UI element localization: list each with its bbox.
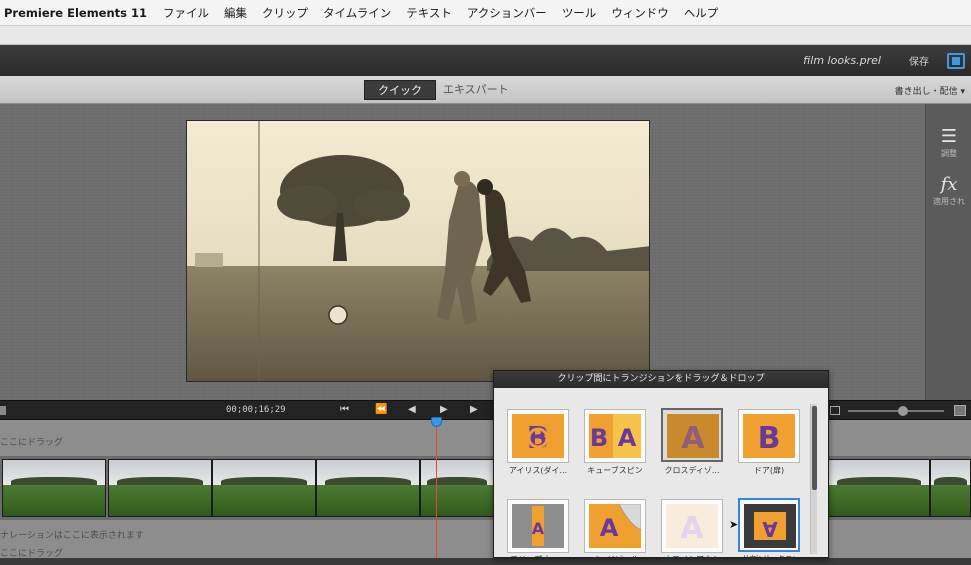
transition-label: ドア(扉)	[753, 466, 785, 475]
page-peel-transition-icon: A	[589, 504, 641, 548]
zoom-slider-track[interactable]	[848, 410, 944, 412]
svg-text:A: A	[532, 519, 545, 538]
applied-effects-label: 適用され	[933, 197, 965, 206]
door-transition-icon: B	[743, 414, 795, 458]
play-icon[interactable]: ▶	[440, 404, 448, 415]
menu-bar: Premiere Elements 11 ファイル 編集 クリップ タイムライン…	[0, 0, 971, 26]
split-box-transition-icon: A	[744, 504, 796, 548]
white-out-transition-icon: A	[666, 504, 718, 548]
scrollbar-thumb[interactable]	[812, 406, 817, 490]
adjust-panel-button[interactable]: ☰ 調整	[926, 126, 971, 159]
app-name[interactable]: Premiere Elements 11	[0, 6, 147, 20]
cube-spin-transition-icon: B A	[589, 414, 641, 458]
svg-text:B: B	[758, 421, 781, 456]
menu-actionbar[interactable]: アクションバー	[467, 5, 547, 21]
fullscreen-icon[interactable]	[947, 52, 965, 69]
zoom-out-icon[interactable]	[830, 406, 840, 415]
transition-label: キューブスピン	[587, 466, 643, 475]
video-clip[interactable]	[930, 459, 971, 517]
transition-label: 分割(ボックス)	[741, 555, 796, 564]
sliders-icon: ☰	[940, 126, 958, 147]
menu-tools[interactable]: ツール	[562, 5, 597, 21]
menu-clip[interactable]: クリップ	[262, 5, 308, 21]
transition-cross-dissolve[interactable]: A	[661, 408, 723, 462]
adjust-label: 調整	[941, 149, 957, 158]
menu-window[interactable]: ウィンドウ	[611, 5, 669, 21]
narration-track[interactable]: ナレーションはここに表示されます	[0, 528, 144, 541]
iris-transition-icon: B	[512, 414, 564, 458]
menu-file[interactable]: ファイル	[163, 5, 209, 21]
title-bar: film looks.prel 保存	[0, 45, 971, 76]
mode-bar: クイック エキスパート 書き出し・配信 ▾	[0, 76, 971, 104]
project-name: film looks.prel	[803, 54, 881, 67]
transition-door[interactable]: B	[738, 409, 800, 463]
svg-text:B: B	[590, 424, 608, 452]
collapse-handle[interactable]	[0, 406, 6, 415]
transition-white-out[interactable]: A	[661, 499, 723, 553]
drop-zone-bottom[interactable]: ここにドラッグ	[0, 546, 63, 559]
step-forward-icon[interactable]: ▶	[470, 404, 478, 415]
flip-over-transition-icon: A	[512, 504, 564, 548]
mouse-cursor-icon: ➤	[729, 518, 739, 531]
transition-label: フリップオー...	[510, 555, 566, 564]
menu-help[interactable]: ヘルプ	[684, 5, 719, 21]
transition-flip-over[interactable]: A	[507, 499, 569, 553]
transitions-scrollbar[interactable]	[810, 404, 817, 554]
playhead-line	[436, 420, 437, 558]
drop-zone-top[interactable]: ここにドラッグ	[0, 435, 63, 448]
export-share-menu[interactable]: 書き出し・配信 ▾	[895, 84, 965, 97]
video-clip[interactable]	[316, 459, 420, 517]
transition-label: アイリス(ダイ...	[508, 466, 568, 475]
transition-split-box[interactable]: A	[738, 498, 800, 552]
step-back-icon[interactable]: ◀	[408, 404, 416, 415]
video-clip[interactable]	[2, 459, 106, 517]
transition-label: クロスディゾ...	[664, 466, 720, 475]
zoom-in-icon[interactable]	[954, 405, 966, 416]
transition-label: ページピール	[591, 555, 639, 564]
save-button[interactable]: 保存	[909, 53, 929, 68]
zoom-slider-knob[interactable]	[898, 406, 908, 416]
menu-text[interactable]: テキスト	[406, 5, 452, 21]
previous-edit-icon[interactable]: ⏪	[375, 404, 387, 415]
transition-page-peel[interactable]: A	[584, 499, 646, 553]
svg-text:A: A	[600, 514, 619, 542]
transition-cube-spin[interactable]: B A	[584, 409, 646, 463]
right-panel: ☰ 調整 fx 適用され	[925, 104, 971, 400]
menu-edit[interactable]: 編集	[224, 5, 247, 21]
transitions-panel: クリップ間にトランジションをドラッグ＆ドロップ B アイリス(ダイ... B A…	[493, 370, 829, 564]
video-preview	[186, 120, 650, 382]
cross-dissolve-transition-icon: A	[667, 414, 719, 458]
svg-text:A: A	[618, 424, 637, 452]
transition-iris[interactable]: B	[507, 409, 569, 463]
svg-text:A: A	[680, 511, 704, 546]
video-clip[interactable]	[212, 459, 316, 517]
video-clip[interactable]	[420, 459, 494, 517]
go-to-start-icon[interactable]: ⏮	[340, 404, 349, 415]
fx-panel-button[interactable]: fx 適用され	[926, 174, 971, 207]
expert-mode-tab[interactable]: エキスパート	[443, 80, 509, 100]
svg-text:A: A	[762, 517, 778, 541]
quick-mode-tab[interactable]: クイック	[364, 80, 436, 100]
svg-text:A: A	[681, 421, 705, 456]
video-clip[interactable]	[108, 459, 212, 517]
timecode: 00;00;16;29	[226, 405, 286, 415]
toolbar-strip	[0, 26, 971, 45]
transition-label: ホワイトアウト	[664, 555, 720, 564]
transitions-panel-header: クリップ間にトランジションをドラッグ＆ドロップ	[494, 371, 828, 388]
fx-icon: fx	[940, 174, 958, 195]
video-clip[interactable]	[828, 459, 930, 517]
menu-timeline[interactable]: タイムライン	[323, 5, 391, 21]
